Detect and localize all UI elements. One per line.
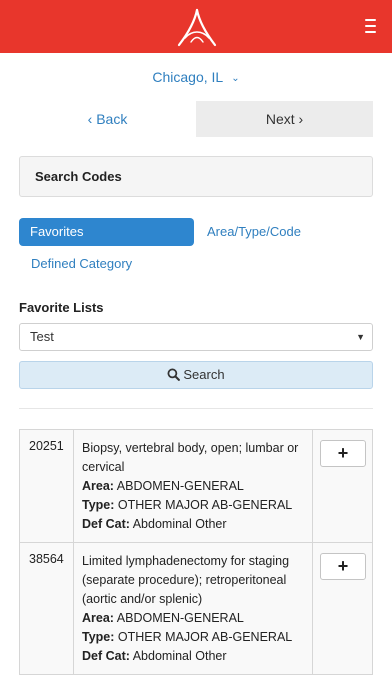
select-value: Test [30,329,54,344]
defcat-value: Abdominal Other [132,517,227,531]
search-button[interactable]: Search [19,361,373,389]
tab-defined-category[interactable]: Defined Category [31,250,132,278]
chevron-down-icon: ⌄ [231,73,240,84]
area-line: Area: ABDOMEN-GENERAL [82,477,306,496]
hamburger-menu-icon[interactable] [365,19,376,33]
menu-line [365,31,376,33]
area-label: Area: [82,611,114,625]
type-label: Type: [82,498,115,512]
next-button[interactable]: Next › [196,101,373,137]
area-value: ABDOMEN-GENERAL [116,611,244,625]
location-selector[interactable]: Chicago, IL ⌄ [0,66,392,88]
type-value: OTHER MAJOR AB-GENERAL [117,630,293,644]
back-button[interactable]: ‹ Back [19,101,196,137]
area-label: Area: [82,479,114,493]
type-line: Type: OTHER MAJOR AB-GENERAL [82,628,306,647]
description-cell: Biopsy, vertebral body, open; lumbar or … [74,430,313,542]
area-value: ABDOMEN-GENERAL [116,479,244,493]
search-codes-panel[interactable]: Search Codes [19,156,373,197]
type-value: OTHER MAJOR AB-GENERAL [117,498,293,512]
area-line: Area: ABDOMEN-GENERAL [82,609,306,628]
results-table: 20251 Biopsy, vertebral body, open; lumb… [19,429,373,675]
pager-nav: ‹ Back Next › [19,101,373,137]
divider [19,408,373,409]
add-button[interactable]: + [320,440,366,467]
description-text: Biopsy, vertebral body, open; lumbar or … [82,441,299,474]
action-cell: + [313,430,372,542]
menu-line [365,19,376,21]
type-label: Type: [82,630,115,644]
defcat-value: Abdominal Other [132,649,227,663]
search-label: Search [183,367,225,382]
panel-title: Search Codes [35,169,122,184]
type-line: Type: OTHER MAJOR AB-GENERAL [82,496,306,515]
favorite-lists-label: Favorite Lists [19,300,104,315]
location-label: Chicago, IL [152,69,224,85]
table-row: 20251 Biopsy, vertebral body, open; lumb… [20,430,372,543]
search-icon [167,368,181,381]
code-cell: 38564 [20,543,74,674]
defcat-line: Def Cat: Abdominal Other [82,647,306,666]
add-button[interactable]: + [320,553,366,580]
code-cell: 20251 [20,430,74,542]
description-text: Limited lymphadenectomy for staging (sep… [82,554,290,606]
action-cell: + [313,543,372,674]
table-row: 38564 Limited lymphadenectomy for stagin… [20,543,372,675]
menu-line [365,25,376,27]
tab-area-type-code[interactable]: Area/Type/Code [207,218,301,246]
defcat-label: Def Cat: [82,517,130,531]
top-bar [0,0,392,53]
tab-favorites[interactable]: Favorites [19,218,194,246]
caret-down-icon: ▼ [356,332,365,342]
defcat-line: Def Cat: Abdominal Other [82,515,306,534]
caduceus-logo-icon[interactable] [172,8,222,48]
defcat-label: Def Cat: [82,649,130,663]
description-cell: Limited lymphadenectomy for staging (sep… [74,543,313,674]
favorite-list-select[interactable]: Test ▼ [19,323,373,351]
